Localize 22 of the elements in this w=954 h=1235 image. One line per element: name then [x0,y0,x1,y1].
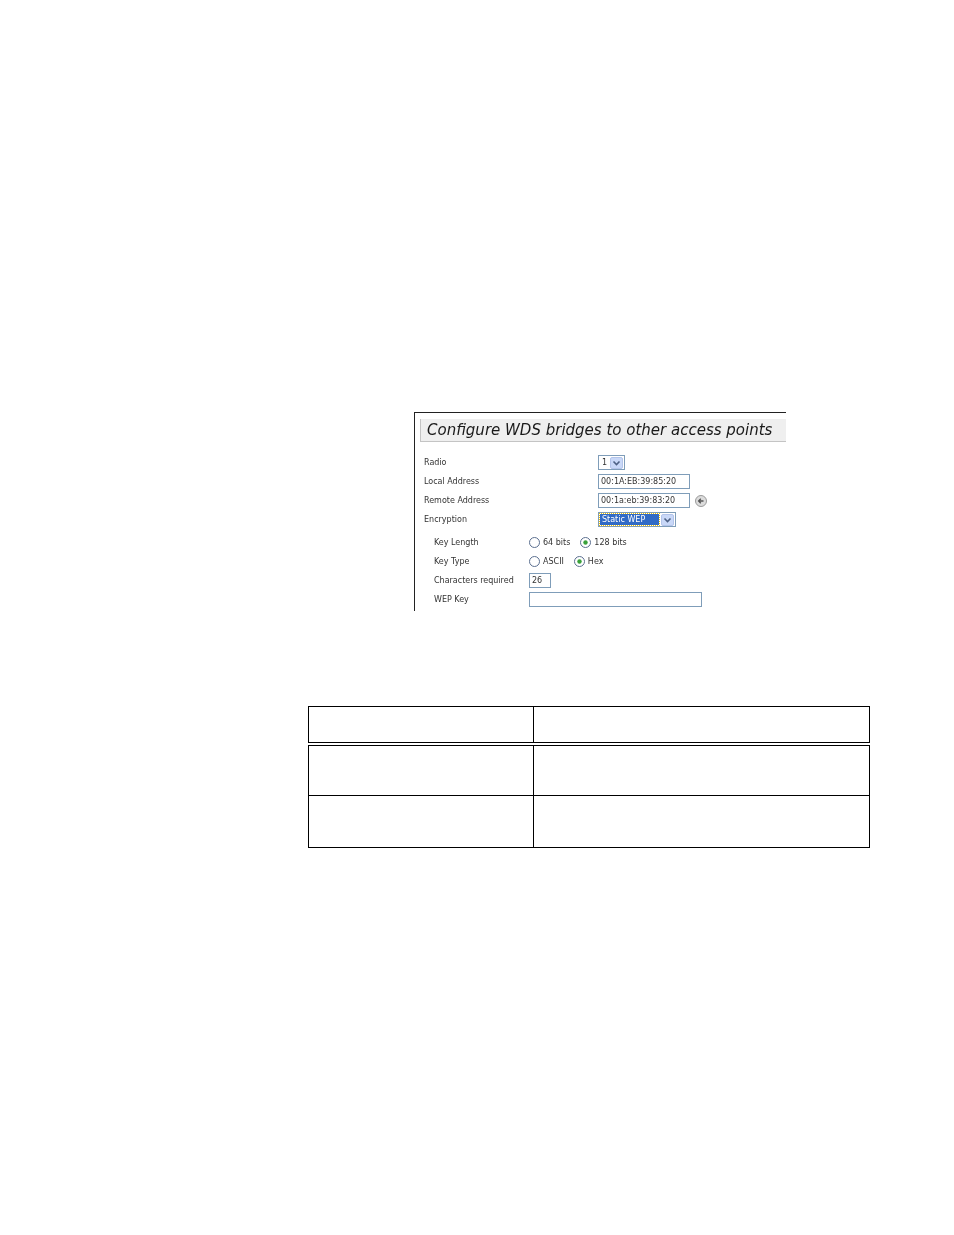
left-arrow-icon[interactable] [695,494,707,507]
panel-title: Configure WDS bridges to other access points [420,419,786,442]
radio-option[interactable]: 64 bits [529,536,571,549]
dropdown[interactable]: 1 [598,455,626,470]
dropdown[interactable]: Static WEP [598,512,677,527]
field-label: Radio [424,456,448,469]
radio-option[interactable]: 128 bits [580,536,627,549]
field-label: Remote Address [424,494,491,507]
radio-option[interactable]: ASCII [529,555,564,568]
chevron-down-icon [661,513,675,526]
text-field[interactable]: 26 [529,573,551,588]
text-field[interactable]: 00:1A:EB:39:85:20 [598,474,690,489]
field-label: Encryption [424,513,468,526]
text-field[interactable] [529,592,702,607]
radio-option[interactable]: Hex [573,555,604,568]
field-label: Key Length [434,536,480,549]
field-label: WEP Key [434,593,470,606]
field-label: Key Type [434,555,471,568]
chevron-down-icon [610,456,624,469]
text-field[interactable]: 00:1a:eb:39:83:20 [598,493,690,508]
field-label: Local Address [424,475,481,488]
field-label: Characters required [434,574,515,587]
